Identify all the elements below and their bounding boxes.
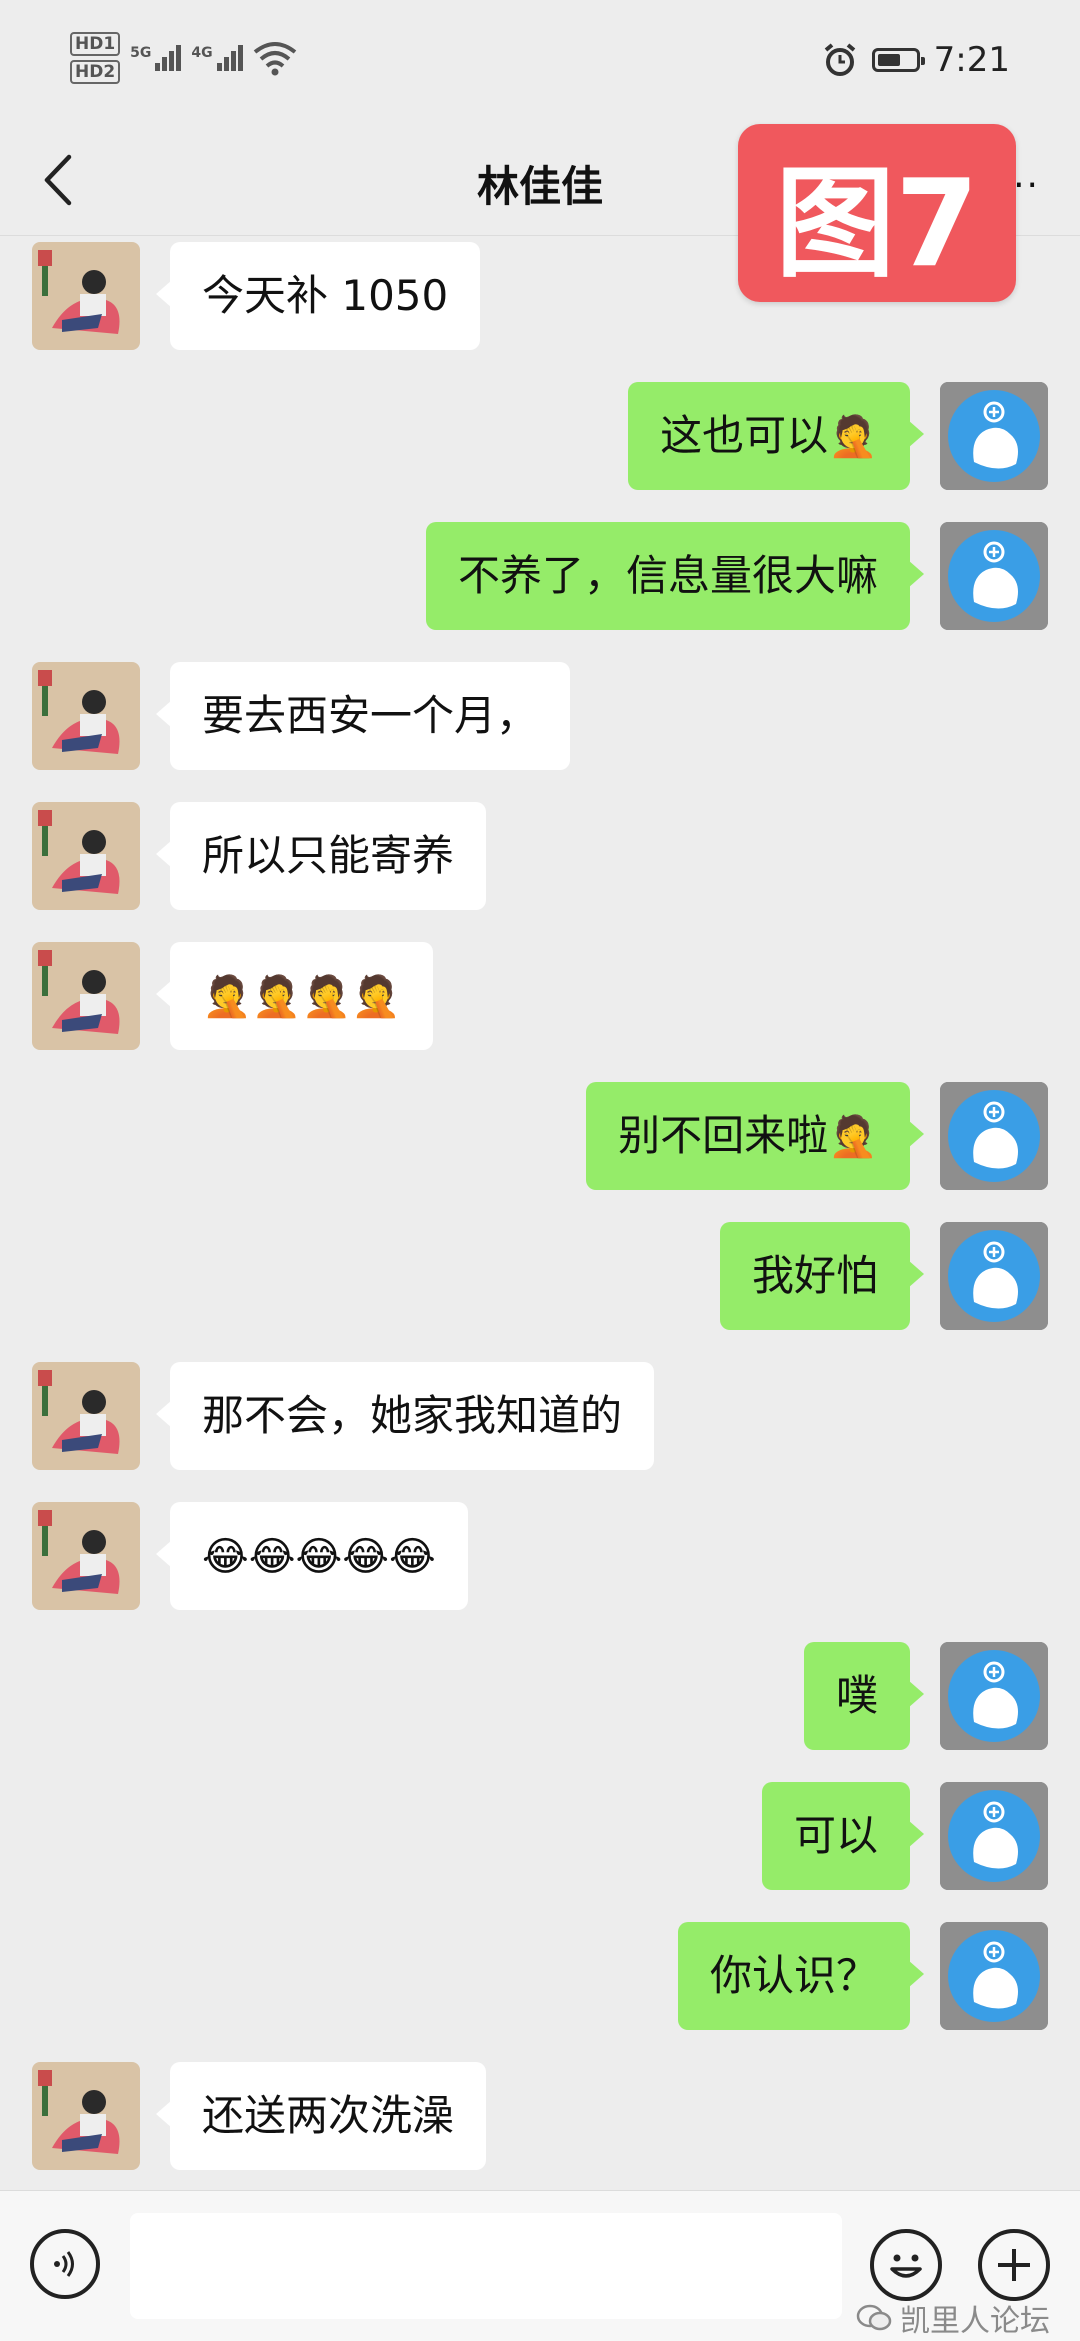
message-row: 我好怕 — [0, 1222, 1080, 1330]
message-text: 要去西安一个月， — [202, 691, 539, 740]
my-avatar[interactable] — [940, 1782, 1048, 1890]
status-left: HD1 HD2 5G 4G — [70, 32, 297, 84]
my-avatar[interactable] — [940, 1082, 1048, 1190]
message-text: 今天补 1050 — [202, 271, 449, 320]
message-row: 别不回来啦🤦 — [0, 1082, 1080, 1190]
my-avatar[interactable] — [940, 1922, 1048, 2030]
emoji-icon: 🤦🤦🤦🤦 — [202, 974, 402, 1020]
watermark: 凯里人论坛 — [856, 2296, 1050, 2340]
status-right: 7:21 — [822, 40, 1010, 80]
emoji-icon: 🤦 — [828, 414, 878, 460]
message-row: 不养了，信息量很大嘛 — [0, 522, 1080, 630]
message-row: 所以只能寄养 — [0, 802, 1080, 910]
received-message-bubble[interactable]: 🤦🤦🤦🤦 — [155, 942, 434, 1050]
message-text: 可以 — [793, 1811, 878, 1860]
plus-icon — [998, 2249, 1030, 2281]
message-row: 这也可以🤦 — [0, 382, 1080, 490]
sent-message-bubble[interactable]: 噗 — [803, 1642, 925, 1750]
more-actions-button[interactable] — [978, 2229, 1050, 2301]
emoji-icon: 😂😂😂😂😂 — [202, 1534, 436, 1580]
contact-avatar[interactable] — [32, 1502, 140, 1610]
message-text: 那不会，她家我知道的 — [202, 1391, 623, 1440]
message-text: 噗 — [835, 1671, 878, 1720]
received-message-bubble[interactable]: 那不会，她家我知道的 — [155, 1362, 655, 1470]
message-text: 不养了，信息量很大嘛 — [457, 551, 878, 600]
contact-avatar[interactable] — [32, 2062, 140, 2170]
emoji-icon: 🤦 — [828, 1114, 878, 1160]
status-bar: HD1 HD2 5G 4G 7:21 — [0, 0, 1080, 125]
sent-message-bubble[interactable]: 可以 — [761, 1782, 925, 1890]
contact-avatar[interactable] — [32, 1362, 140, 1470]
sent-message-bubble[interactable]: 我好怕 — [719, 1222, 925, 1330]
my-avatar[interactable] — [940, 522, 1048, 630]
message-text: 这也可以 — [660, 411, 829, 460]
my-avatar[interactable] — [940, 382, 1048, 490]
watermark-text: 凯里人论坛 — [900, 2304, 1050, 2339]
sent-message-bubble[interactable]: 别不回来啦🤦 — [586, 1082, 924, 1190]
alarm-icon — [824, 43, 855, 76]
message-input[interactable] — [130, 2213, 842, 2319]
signal-5g-icon: 5G — [130, 45, 182, 71]
message-row: 噗 — [0, 1642, 1080, 1750]
my-avatar[interactable] — [940, 1222, 1048, 1330]
contact-avatar[interactable] — [32, 662, 140, 770]
hd-indicator-1: HD1 — [70, 32, 121, 56]
message-row: 要去西安一个月， — [0, 662, 1080, 770]
message-text: 还送两次洗澡 — [202, 2091, 455, 2140]
message-row: 你认识？ — [0, 1922, 1080, 2030]
hd-indicator-2: HD2 — [70, 60, 121, 84]
received-message-bubble[interactable]: 还送两次洗澡 — [155, 2062, 487, 2170]
sent-message-bubble[interactable]: 不养了，信息量很大嘛 — [425, 522, 925, 630]
received-message-bubble[interactable]: 今天补 1050 — [155, 242, 481, 350]
hd-indicators: HD1 HD2 — [70, 32, 121, 84]
message-row: 可以 — [0, 1782, 1080, 1890]
message-row: 那不会，她家我知道的 — [0, 1362, 1080, 1470]
wechat-logo-icon — [856, 2304, 892, 2331]
battery-icon — [871, 48, 925, 72]
contact-avatar[interactable] — [32, 942, 140, 1050]
battery-level — [877, 54, 900, 66]
message-text: 我好怕 — [751, 1251, 878, 1300]
contact-avatar[interactable] — [32, 242, 140, 350]
wifi-icon — [253, 42, 296, 76]
sent-message-bubble[interactable]: 这也可以🤦 — [628, 382, 924, 490]
sent-message-bubble[interactable]: 你认识？ — [677, 1922, 925, 2030]
message-row: 还送两次洗澡 — [0, 2062, 1080, 2170]
clock: 7:21 — [933, 40, 1010, 80]
voice-input-button[interactable] — [30, 2229, 100, 2299]
message-text: 所以只能寄养 — [202, 831, 455, 880]
received-message-bubble[interactable]: 😂😂😂😂😂 — [156, 1502, 468, 1610]
message-row: 🤦🤦🤦🤦 — [0, 942, 1080, 1050]
received-message-bubble[interactable]: 所以只能寄养 — [155, 802, 487, 910]
message-row: 今天补 1050 — [0, 242, 1080, 350]
smiley-icon — [890, 2254, 922, 2278]
my-avatar[interactable] — [940, 1642, 1048, 1750]
received-message-bubble[interactable]: 要去西安一个月， — [155, 662, 571, 770]
message-row: 😂😂😂😂😂 — [0, 1502, 1080, 1610]
contact-avatar[interactable] — [32, 802, 140, 910]
voice-icon — [54, 2251, 74, 2277]
emoji-button[interactable] — [870, 2229, 942, 2301]
signal-4g-icon: 4G — [191, 45, 243, 71]
message-text: 别不回来啦 — [618, 1111, 829, 1160]
message-text: 你认识？ — [709, 1951, 878, 2000]
